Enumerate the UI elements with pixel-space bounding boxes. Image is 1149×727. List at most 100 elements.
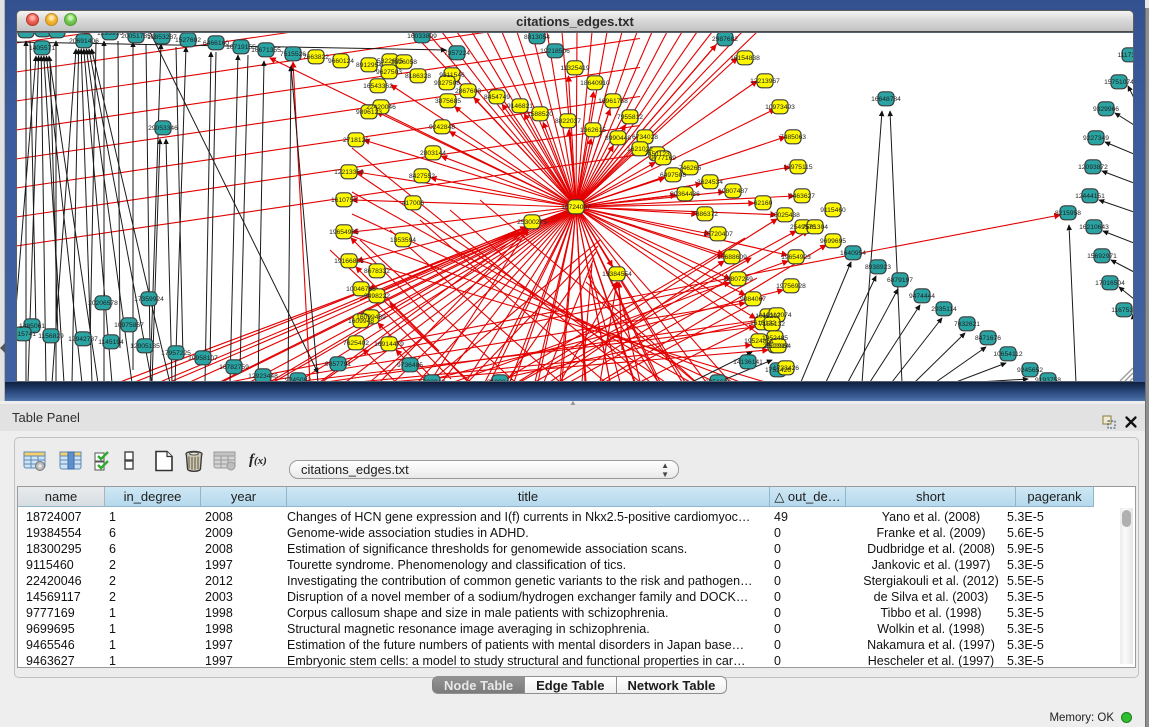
svg-text:1117335: 1117335 xyxy=(1117,52,1134,59)
svg-text:62160: 62160 xyxy=(754,200,773,207)
svg-text:6497508: 6497508 xyxy=(660,172,686,179)
svg-text:7955812: 7955812 xyxy=(617,114,643,121)
svg-text:2522954: 2522954 xyxy=(765,343,791,350)
svg-text:18807249: 18807249 xyxy=(723,276,753,283)
svg-text:2718126: 2718126 xyxy=(343,137,369,144)
svg-text:1405571: 1405571 xyxy=(29,45,55,52)
svg-text:10973493: 10973493 xyxy=(765,104,795,111)
svg-text:15751074: 15751074 xyxy=(1104,79,1134,86)
svg-text:9115460: 9115460 xyxy=(820,207,846,214)
svg-text:10807487: 10807487 xyxy=(718,188,748,195)
svg-text:9327508: 9327508 xyxy=(434,80,460,87)
svg-text:12975115: 12975115 xyxy=(783,164,813,171)
svg-text:1733426: 1733426 xyxy=(773,365,799,372)
svg-text:12093872: 12093872 xyxy=(1078,164,1108,171)
svg-text:1167533: 1167533 xyxy=(1111,307,1134,314)
svg-text:1527602: 1527602 xyxy=(175,37,201,44)
svg-text:8215958: 8215958 xyxy=(1055,210,1081,217)
svg-text:6879197: 6879197 xyxy=(887,277,913,284)
svg-text:17359924: 17359924 xyxy=(134,296,164,303)
svg-text:12923448: 12923448 xyxy=(248,373,278,380)
svg-text:11325419: 11325419 xyxy=(560,65,590,72)
svg-text:15720407: 15720407 xyxy=(703,231,733,238)
svg-text:8813054: 8813054 xyxy=(524,34,550,41)
svg-text:746266: 746266 xyxy=(679,165,702,172)
svg-text:9627503: 9627503 xyxy=(376,69,402,76)
svg-text:16033809: 16033809 xyxy=(407,33,437,40)
svg-text:19218506: 19218506 xyxy=(540,48,570,55)
svg-text:1609948: 1609948 xyxy=(348,318,374,325)
svg-text:10025438: 10025438 xyxy=(770,212,800,219)
svg-text:2326058: 2326058 xyxy=(391,59,417,66)
svg-text:8822037: 8822037 xyxy=(555,118,581,125)
svg-text:9463627: 9463627 xyxy=(789,193,815,200)
svg-text:8454749: 8454749 xyxy=(484,94,510,101)
svg-text:18724007: 18724007 xyxy=(561,204,591,211)
svg-text:16154838: 16154838 xyxy=(730,55,760,62)
svg-text:14136141: 14136141 xyxy=(733,359,763,366)
svg-text:7663822: 7663822 xyxy=(303,54,329,61)
svg-text:10958107: 10958107 xyxy=(188,355,218,362)
svg-text:12942737: 12942737 xyxy=(68,336,98,343)
svg-text:16671355: 16671355 xyxy=(251,47,281,54)
svg-text:10975867: 10975867 xyxy=(114,322,144,329)
svg-text:25300275: 25300275 xyxy=(517,219,547,226)
svg-text:7485063: 7485063 xyxy=(780,134,806,141)
svg-text:1485061: 1485061 xyxy=(19,323,45,330)
svg-text:18640910: 18640910 xyxy=(580,80,610,87)
svg-text:1145194: 1145194 xyxy=(98,339,124,346)
svg-text:20691406: 20691406 xyxy=(69,38,99,45)
svg-text:1353594: 1353594 xyxy=(390,237,416,244)
svg-text:10853287: 10853287 xyxy=(147,34,177,41)
svg-text:417006: 417006 xyxy=(402,200,425,207)
svg-text:9474444: 9474444 xyxy=(909,293,935,300)
svg-text:8678332: 8678332 xyxy=(364,268,390,275)
svg-text:3875685: 3875685 xyxy=(435,98,461,105)
svg-text:10654112: 10654112 xyxy=(993,351,1023,358)
svg-text:17957225: 17957225 xyxy=(161,350,191,357)
svg-text:29053346: 29053346 xyxy=(148,125,178,132)
svg-text:3915741: 3915741 xyxy=(16,331,36,338)
svg-text:9857791: 9857791 xyxy=(325,361,351,368)
svg-text:12444151: 12444151 xyxy=(1075,193,1105,200)
svg-text:9660124: 9660124 xyxy=(328,58,354,65)
svg-text:7886372: 7886372 xyxy=(692,211,718,218)
svg-text:20364436: 20364436 xyxy=(670,191,700,198)
svg-text:2935114: 2935114 xyxy=(931,306,957,313)
svg-text:9242848: 9242848 xyxy=(429,124,455,131)
svg-text:16782759: 16782759 xyxy=(219,364,249,371)
svg-text:16543362: 16543362 xyxy=(363,83,393,90)
svg-text:2867608: 2867608 xyxy=(455,88,481,95)
svg-text:8471676: 8471676 xyxy=(975,335,1001,342)
svg-text:16210643: 16210643 xyxy=(1079,224,1109,231)
svg-text:12905135: 12905135 xyxy=(130,343,160,350)
svg-text:1156829: 1156829 xyxy=(38,333,64,340)
svg-text:7357224: 7357224 xyxy=(444,50,470,57)
svg-text:20206578: 20206578 xyxy=(88,300,118,307)
svg-text:8186328: 8186328 xyxy=(405,73,431,80)
svg-text:15692971: 15692971 xyxy=(1087,253,1117,260)
svg-text:1640954: 1640954 xyxy=(840,250,866,257)
svg-text:1588520: 1588520 xyxy=(527,111,553,118)
svg-text:19756928: 19756928 xyxy=(776,283,806,290)
svg-text:10046768: 10046768 xyxy=(346,286,376,293)
svg-text:7155132: 7155132 xyxy=(759,321,785,328)
svg-text:16961758: 16961758 xyxy=(598,98,628,105)
svg-text:9146821: 9146821 xyxy=(507,103,533,110)
svg-text:3624534: 3624534 xyxy=(697,179,723,186)
svg-text:8990448: 8990448 xyxy=(605,135,631,142)
svg-text:9329966: 9329966 xyxy=(1093,106,1119,113)
svg-text:19166825: 19166825 xyxy=(334,258,364,265)
svg-text:9245652: 9245652 xyxy=(1017,367,1043,374)
svg-text:7632621: 7632621 xyxy=(954,321,980,328)
svg-text:8938923: 8938923 xyxy=(865,264,891,271)
svg-text:9227349: 9227349 xyxy=(1083,135,1109,142)
svg-text:2803144: 2803144 xyxy=(420,150,446,157)
svg-text:16914479: 16914479 xyxy=(374,341,404,348)
svg-text:19384554: 19384554 xyxy=(602,271,632,278)
svg-text:19654985: 19654985 xyxy=(329,229,359,236)
svg-text:1610755: 1610755 xyxy=(331,197,357,204)
svg-text:9736485: 9736485 xyxy=(397,362,423,369)
svg-text:7625402: 7625402 xyxy=(343,340,369,347)
svg-text:7581304: 7581304 xyxy=(802,224,828,231)
